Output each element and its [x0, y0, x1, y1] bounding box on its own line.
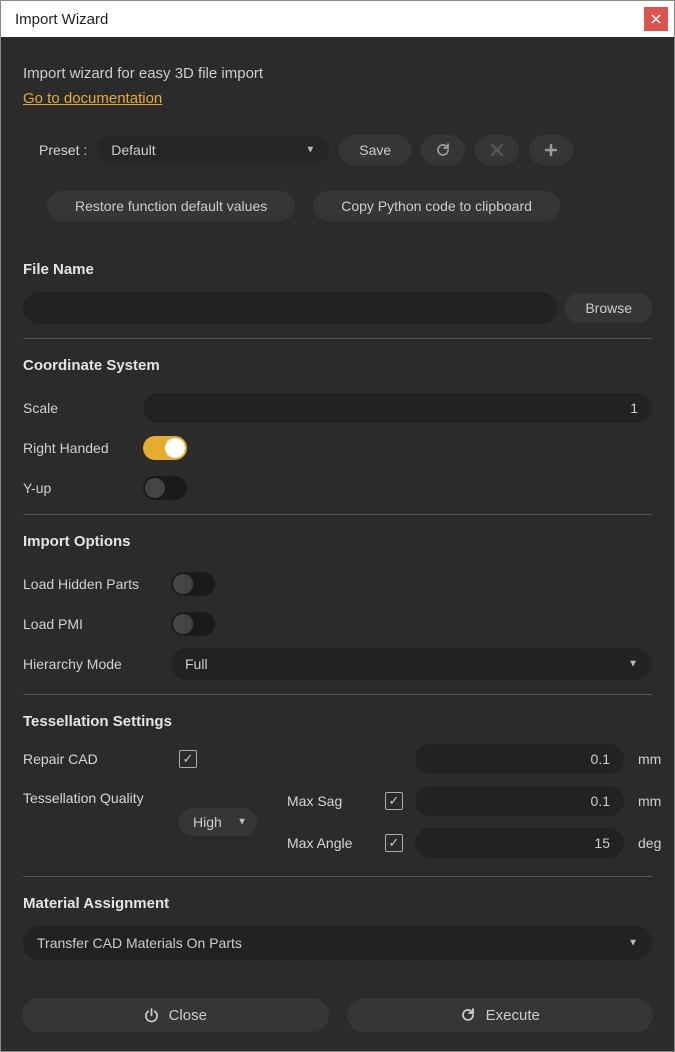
save-preset-button[interactable]: Save — [339, 135, 411, 165]
chevron-down-icon: ▼ — [305, 145, 315, 156]
repair-cad-unit: mm — [632, 751, 672, 767]
divider — [23, 694, 652, 695]
tess-title: Tessellation Settings — [23, 713, 652, 730]
preset-label: Preset : — [39, 142, 87, 158]
yup-label: Y-up — [23, 480, 143, 496]
close-icon[interactable] — [644, 7, 668, 31]
right-handed-row: Right Handed — [23, 428, 652, 468]
scale-label: Scale — [23, 400, 143, 416]
tess-quality-label: Tessellation Quality — [23, 786, 171, 806]
tess-quality-value: High — [193, 814, 222, 830]
load-pmi-toggle[interactable] — [171, 612, 215, 636]
execute-label: Execute — [486, 1007, 540, 1024]
maxsag-unit: mm — [632, 793, 672, 809]
maxsag-label: Max Sag — [287, 793, 377, 809]
load-hidden-toggle[interactable] — [171, 572, 215, 596]
preset-row: Preset : Default ▼ Save — [23, 135, 652, 165]
filename-input[interactable] — [23, 292, 557, 324]
secondary-actions: Restore function default values Copy Pyt… — [23, 191, 652, 221]
import-options-title: Import Options — [23, 533, 652, 550]
dialog-body: Import wizard for easy 3D file import Go… — [1, 37, 674, 970]
divider — [23, 338, 652, 339]
chevron-down-icon: ▼ — [628, 938, 638, 949]
hierarchy-select[interactable]: Full ▼ — [171, 648, 652, 680]
load-hidden-row: Load Hidden Parts — [23, 564, 652, 604]
load-pmi-label: Load PMI — [23, 616, 171, 632]
execute-button[interactable]: Execute — [347, 998, 654, 1032]
close-label: Close — [169, 1007, 207, 1024]
hierarchy-row: Hierarchy Mode Full ▼ — [23, 644, 652, 684]
footer: Close Execute — [0, 998, 675, 1032]
repair-cad-checkbox[interactable]: ✓ — [179, 750, 197, 768]
maxangle-input[interactable] — [415, 828, 624, 858]
scale-row: Scale — [23, 388, 652, 428]
material-title: Material Assignment — [23, 895, 652, 912]
scale-input[interactable] — [143, 393, 652, 423]
titlebar: Import Wizard — [1, 1, 674, 37]
tess-grid: Repair CAD ✓ mm Tessellation Quality Hig… — [23, 744, 652, 858]
close-button[interactable]: Close — [22, 998, 329, 1032]
divider — [23, 514, 652, 515]
coord-title: Coordinate System — [23, 357, 652, 374]
hierarchy-label: Hierarchy Mode — [23, 656, 171, 672]
restore-defaults-button[interactable]: Restore function default values — [47, 191, 295, 221]
maxsag-input[interactable] — [415, 786, 624, 816]
window-title: Import Wizard — [15, 11, 644, 28]
tess-quality-select[interactable]: High ▼ — [179, 808, 257, 836]
hierarchy-value: Full — [185, 656, 208, 672]
preset-select[interactable]: Default ▼ — [97, 135, 329, 165]
right-handed-label: Right Handed — [23, 440, 143, 456]
right-handed-toggle[interactable] — [143, 436, 187, 460]
documentation-link[interactable]: Go to documentation — [23, 90, 162, 107]
divider — [23, 876, 652, 877]
repair-cad-label: Repair CAD — [23, 751, 171, 767]
maxsag-checkbox[interactable]: ✓ — [385, 792, 403, 810]
maxangle-unit: deg — [632, 835, 672, 851]
refresh-icon — [460, 1007, 476, 1023]
chevron-down-icon: ▼ — [237, 817, 247, 828]
add-icon[interactable] — [529, 135, 573, 165]
material-select[interactable]: Transfer CAD Materials On Parts ▼ — [23, 926, 652, 960]
filename-row: Browse — [23, 292, 652, 324]
refresh-icon[interactable] — [421, 135, 465, 165]
intro-text: Import wizard for easy 3D file import — [23, 65, 652, 82]
material-value: Transfer CAD Materials On Parts — [37, 935, 242, 951]
browse-button[interactable]: Browse — [565, 293, 652, 323]
load-pmi-row: Load PMI — [23, 604, 652, 644]
repair-cad-input[interactable] — [415, 744, 624, 774]
maxangle-label: Max Angle — [287, 835, 377, 851]
filename-title: File Name — [23, 261, 652, 278]
copy-python-button[interactable]: Copy Python code to clipboard — [313, 191, 560, 221]
delete-icon[interactable] — [475, 135, 519, 165]
maxangle-checkbox[interactable]: ✓ — [385, 834, 403, 852]
preset-value: Default — [111, 142, 155, 158]
power-icon — [144, 1008, 159, 1023]
load-hidden-label: Load Hidden Parts — [23, 576, 171, 592]
chevron-down-icon: ▼ — [628, 659, 638, 670]
yup-toggle[interactable] — [143, 476, 187, 500]
yup-row: Y-up — [23, 468, 652, 508]
